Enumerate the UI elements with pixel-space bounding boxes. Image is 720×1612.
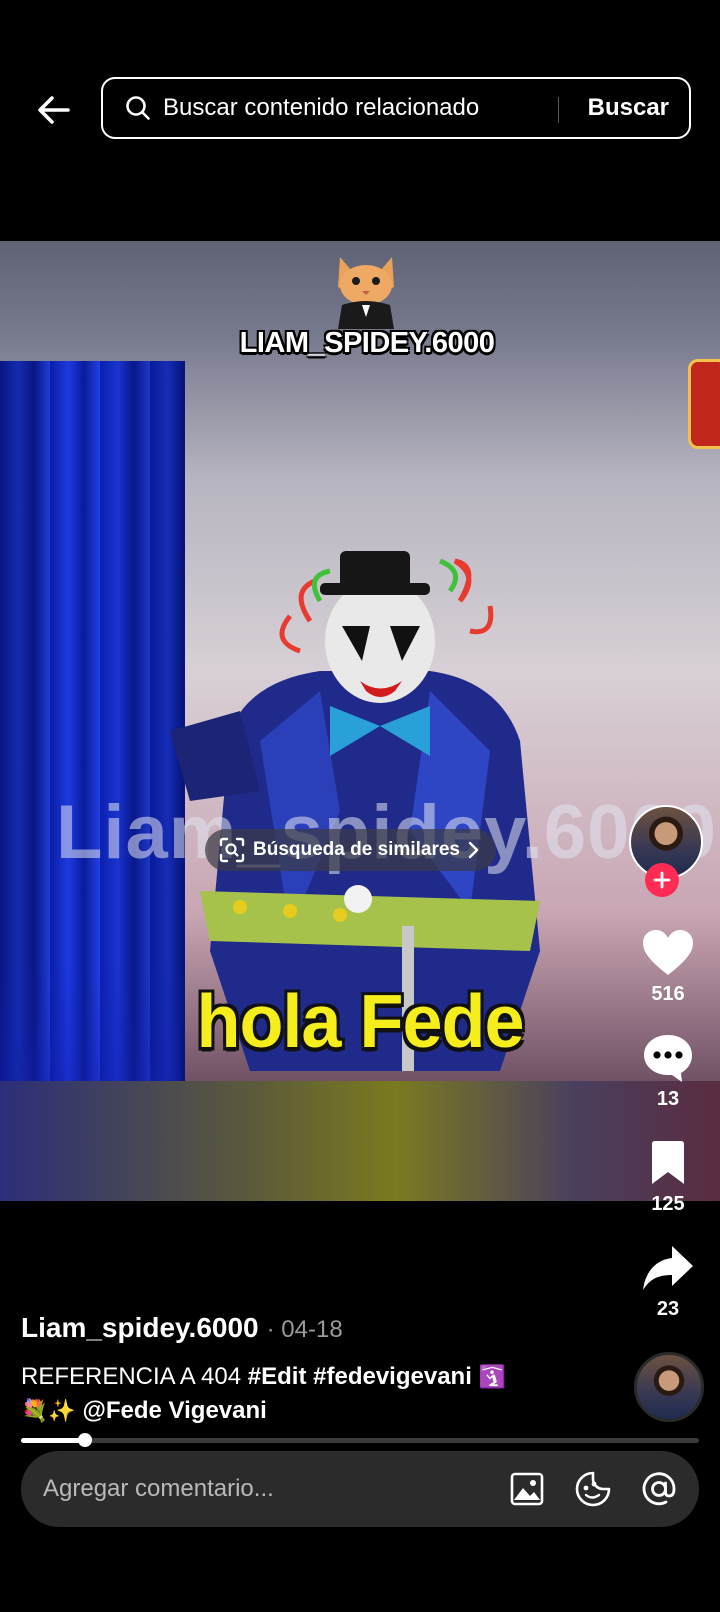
emoji-button[interactable] bbox=[567, 1463, 619, 1515]
video-player[interactable]: LIAM_SPIDEY.6000 Liam_spidey.6000 Búsque… bbox=[0, 241, 720, 1201]
search-icon bbox=[123, 93, 153, 123]
like-button[interactable]: 516 bbox=[624, 925, 712, 1006]
progress-knob[interactable] bbox=[78, 1433, 93, 1447]
bookmark-icon bbox=[652, 1141, 684, 1184]
plus-icon bbox=[653, 871, 671, 889]
video-progress-bar[interactable] bbox=[21, 1433, 699, 1447]
music-disc[interactable] bbox=[634, 1352, 704, 1422]
video-decoration bbox=[688, 359, 720, 449]
back-button[interactable] bbox=[30, 86, 78, 134]
search-button[interactable]: Buscar bbox=[588, 79, 669, 137]
comment-bar[interactable]: Agregar comentario... bbox=[21, 1451, 699, 1527]
save-button[interactable]: 125 bbox=[624, 1135, 712, 1216]
mention-link[interactable]: @Fede Vigevani bbox=[82, 1397, 266, 1424]
back-arrow-icon bbox=[38, 96, 70, 124]
follow-button[interactable] bbox=[645, 863, 679, 897]
creator-sticker: LIAM_SPIDEY.6000 bbox=[232, 247, 502, 367]
post-date: · 04-18 bbox=[266, 1316, 343, 1343]
chevron-right-icon bbox=[468, 841, 479, 859]
video-caption: hola Fede bbox=[196, 980, 524, 1064]
image-button[interactable] bbox=[501, 1463, 553, 1515]
creator-watermark: LIAM_SPIDEY.6000 bbox=[239, 327, 495, 359]
video-bottom-glow bbox=[0, 1081, 720, 1201]
save-count: 125 bbox=[651, 1193, 685, 1215]
heart-icon bbox=[643, 930, 693, 975]
comment-input[interactable]: Agregar comentario... bbox=[43, 1475, 501, 1503]
bouquet-sparkles-emoji: 💐✨ bbox=[21, 1398, 76, 1423]
emoji-icon bbox=[575, 1471, 611, 1507]
mention-icon bbox=[642, 1472, 676, 1506]
similar-search-label: Búsqueda de similares bbox=[253, 839, 460, 860]
comment-count: 13 bbox=[656, 1088, 680, 1110]
share-button[interactable]: 23 bbox=[624, 1240, 712, 1321]
author-name[interactable]: Liam_spidey.6000 bbox=[21, 1312, 259, 1344]
mention-button[interactable] bbox=[633, 1463, 685, 1515]
like-count: 516 bbox=[651, 983, 685, 1005]
hashtag-edit[interactable]: #Edit bbox=[248, 1363, 307, 1390]
post-description: REFERENCIA A 404 #Edit #fedevigevani 🛐 💐… bbox=[21, 1360, 611, 1428]
comment-icon bbox=[644, 1035, 692, 1082]
image-icon bbox=[510, 1472, 544, 1506]
cat-sticker-icon bbox=[338, 257, 394, 329]
progress-fill bbox=[21, 1438, 86, 1443]
author-line: Liam_spidey.6000 · 04-18 bbox=[21, 1312, 343, 1344]
share-icon bbox=[643, 1246, 693, 1290]
pray-emoji: 🛐 bbox=[478, 1364, 506, 1389]
search-divider bbox=[558, 97, 559, 123]
share-count: 23 bbox=[656, 1298, 680, 1320]
search-input[interactable]: Buscar contenido relacionado bbox=[163, 94, 479, 122]
search-bar[interactable]: Buscar contenido relacionado Buscar bbox=[101, 77, 691, 139]
description-text: REFERENCIA A 404 bbox=[21, 1363, 248, 1390]
comment-button[interactable]: 13 bbox=[624, 1030, 712, 1111]
video-screen: Buscar contenido relacionado Buscar LIAM… bbox=[0, 0, 720, 1612]
similar-search-button[interactable]: Búsqueda de similares bbox=[205, 829, 496, 871]
hashtag-fedevigevani[interactable]: #fedevigevani bbox=[313, 1363, 472, 1390]
similar-search-icon bbox=[219, 837, 245, 863]
